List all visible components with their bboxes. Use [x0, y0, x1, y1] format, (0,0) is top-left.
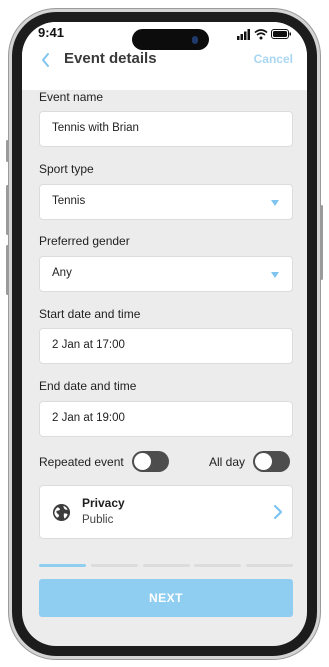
- toggle-knob: [255, 453, 272, 470]
- signal-icon: [237, 29, 250, 40]
- battery-icon: [271, 29, 291, 39]
- screen: 9:41 Event details Cancel Event name Ten…: [22, 22, 307, 646]
- progress-segment: [90, 564, 138, 567]
- mute-switch: [6, 140, 9, 162]
- header: 9:41 Event details Cancel: [22, 22, 307, 90]
- volume-up-button: [6, 185, 9, 235]
- caret-down-icon: [271, 272, 279, 278]
- preferred-gender-label: Preferred gender: [39, 234, 130, 248]
- all-day-toggle[interactable]: [253, 451, 290, 472]
- repeated-event-label: Repeated event: [39, 455, 124, 469]
- header-marker: [157, 79, 166, 88]
- preferred-gender-value: Any: [52, 267, 72, 279]
- privacy-title: Privacy: [82, 496, 125, 510]
- start-date-value: 2 Jan at 17:00: [52, 339, 125, 351]
- cancel-button[interactable]: Cancel: [254, 52, 293, 66]
- sport-type-label: Sport type: [39, 162, 94, 176]
- dynamic-island: [132, 29, 209, 50]
- end-date-input[interactable]: 2 Jan at 19:00: [39, 401, 293, 437]
- event-name-label: Event name: [39, 90, 104, 104]
- all-day-label: All day: [209, 455, 246, 469]
- event-name-value: Tennis with Brian: [52, 122, 139, 134]
- end-date-label: End date and time: [39, 379, 137, 393]
- volume-down-button: [6, 245, 9, 295]
- globe-icon: [52, 503, 71, 522]
- sport-type-value: Tennis: [52, 195, 86, 207]
- status-time: 9:41: [38, 25, 65, 40]
- repeated-event-toggle[interactable]: [132, 451, 169, 472]
- caret-down-icon: [271, 200, 279, 206]
- page-title: Event details: [64, 50, 157, 67]
- camera-icon: [192, 36, 198, 44]
- chevron-right-icon: [273, 504, 283, 520]
- toggle-knob: [134, 453, 151, 470]
- privacy-value: Public: [82, 514, 114, 526]
- wifi-icon: [254, 29, 268, 40]
- preferred-gender-select[interactable]: Any: [39, 256, 293, 292]
- next-button[interactable]: NEXT: [39, 579, 293, 617]
- sport-type-select[interactable]: Tennis: [39, 184, 293, 220]
- privacy-row[interactable]: Privacy Public: [39, 485, 293, 539]
- progress-segment: [39, 564, 86, 567]
- event-name-input[interactable]: Tennis with Brian: [39, 111, 293, 147]
- power-button: [320, 205, 323, 280]
- progress-segment: [246, 564, 293, 567]
- start-date-label: Start date and time: [39, 307, 141, 321]
- start-date-input[interactable]: 2 Jan at 17:00: [39, 328, 293, 364]
- progress-segment: [194, 564, 242, 567]
- progress-segment: [142, 564, 190, 567]
- status-icons: [237, 29, 291, 40]
- back-chevron-icon[interactable]: [36, 50, 56, 70]
- end-date-value: 2 Jan at 19:00: [52, 412, 125, 424]
